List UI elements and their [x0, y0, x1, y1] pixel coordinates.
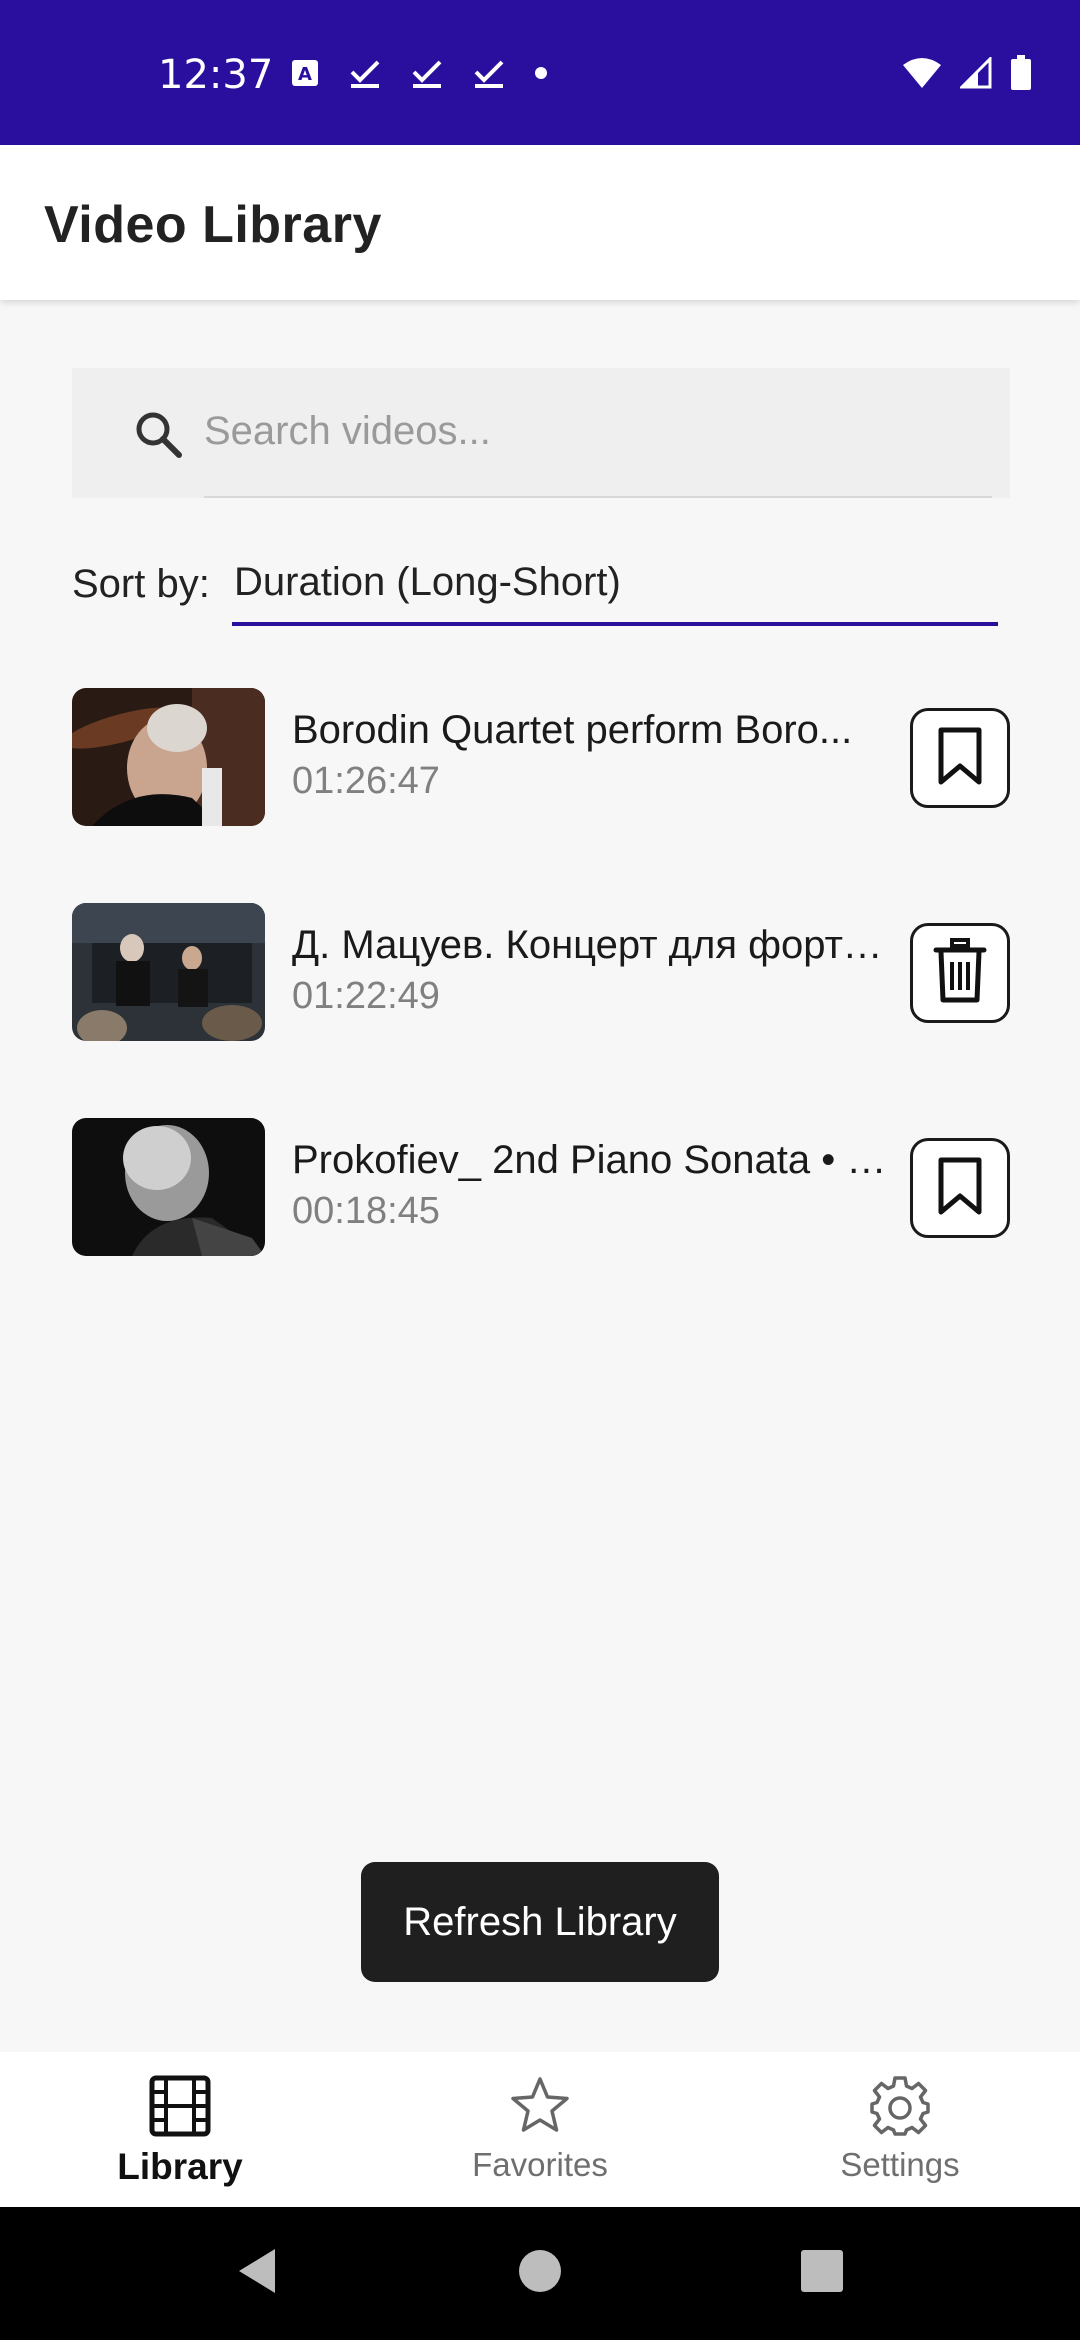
video-duration: 00:18:45	[292, 1190, 440, 1232]
film-icon	[149, 2072, 211, 2140]
nav-item-favorites[interactable]: Favorites	[360, 2052, 720, 2207]
delete-button[interactable]	[910, 923, 1010, 1023]
back-button[interactable]	[222, 2207, 292, 2340]
sort-dropdown[interactable]: Duration (Long-Short)	[232, 552, 998, 626]
bottom-navigation: Library Favorites Settings	[0, 2052, 1080, 2207]
list-item[interactable]: Borodin Quartet perform Boro... 01:26:47	[72, 688, 1010, 828]
bookmark-icon	[935, 726, 985, 791]
svg-text:A: A	[298, 64, 312, 85]
refresh-library-button[interactable]: Refresh Library	[361, 1862, 719, 1982]
nav-item-library[interactable]: Library	[0, 2052, 360, 2207]
bookmark-button[interactable]	[910, 1138, 1010, 1238]
search-underline	[204, 496, 992, 498]
battery-icon	[1010, 55, 1032, 91]
status-time: 12:37	[158, 52, 274, 98]
check-download-icon	[472, 56, 506, 90]
dot-icon	[534, 66, 548, 80]
status-bar: 12:37 A	[0, 0, 1080, 145]
translate-a-icon: A	[290, 58, 320, 88]
system-status-icons	[902, 55, 1032, 91]
nav-label-library: Library	[117, 2146, 243, 2187]
wifi-icon	[902, 57, 942, 89]
search-box[interactable]	[72, 368, 1010, 498]
video-title: Prokofiev_ 2nd Piano Sonata • S...	[292, 1138, 892, 1182]
gear-icon	[868, 2072, 932, 2140]
video-thumbnail	[72, 1118, 265, 1256]
bookmark-icon	[935, 1156, 985, 1221]
video-duration: 01:22:49	[292, 975, 440, 1017]
page-title: Video Library	[44, 196, 382, 254]
star-icon	[509, 2072, 571, 2140]
system-navigation-bar	[0, 2207, 1080, 2340]
recents-icon	[801, 2250, 843, 2297]
back-icon	[235, 2247, 279, 2300]
home-button[interactable]	[505, 2207, 575, 2340]
search-input[interactable]	[204, 396, 992, 466]
signal-icon	[960, 57, 992, 89]
notification-icons: A	[290, 56, 548, 90]
check-download-icon	[410, 56, 444, 90]
bookmark-button[interactable]	[910, 708, 1010, 808]
video-duration: 01:26:47	[292, 760, 440, 802]
video-title: Borodin Quartet perform Boro...	[292, 708, 853, 752]
trash-icon	[932, 937, 988, 1009]
nav-label-favorites: Favorites	[472, 2146, 608, 2183]
video-title: Д. Мацуев. Концерт для форте...	[292, 923, 892, 967]
search-icon	[132, 408, 184, 465]
nav-item-settings[interactable]: Settings	[720, 2052, 1080, 2207]
nav-label-settings: Settings	[840, 2146, 960, 2183]
sort-label: Sort by:	[72, 562, 210, 606]
sort-dropdown-value: Duration (Long-Short)	[234, 560, 621, 604]
video-thumbnail	[72, 688, 265, 826]
list-item[interactable]: Д. Мацуев. Концерт для форте... 01:22:49	[72, 903, 1010, 1043]
home-icon	[518, 2249, 562, 2298]
recents-button[interactable]	[787, 2207, 857, 2340]
check-download-icon	[348, 56, 382, 90]
list-item[interactable]: Prokofiev_ 2nd Piano Sonata • S... 00:18…	[72, 1118, 1010, 1258]
app-bar: Video Library	[0, 145, 1080, 300]
video-thumbnail	[72, 903, 265, 1041]
